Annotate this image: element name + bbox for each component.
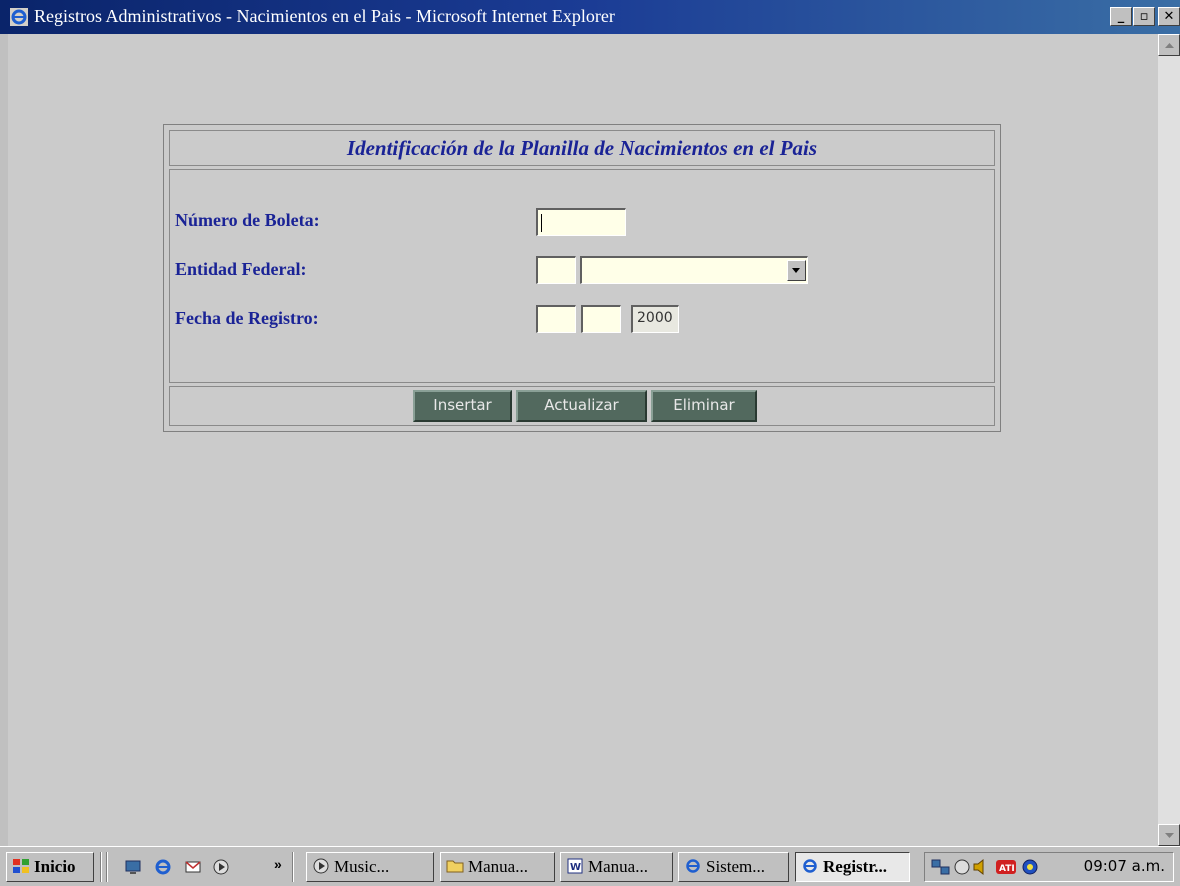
numero-boleta-label: Número de Boleta:	[175, 210, 320, 230]
task-label: Sistem...	[706, 857, 766, 876]
outlook-express-icon[interactable]	[184, 858, 202, 876]
task-label: Music...	[334, 857, 390, 876]
text-caret	[541, 214, 542, 232]
media-icon	[313, 858, 329, 874]
quick-launch-overflow-button[interactable]: »	[274, 856, 282, 872]
entidad-federal-select[interactable]	[580, 256, 808, 284]
task-button[interactable]: Music...	[306, 852, 434, 882]
actualizar-button[interactable]: Actualizar	[516, 390, 647, 422]
restore-icon: ▫	[1139, 9, 1149, 24]
task-label: Registr...	[823, 857, 888, 876]
ie-icon	[803, 859, 817, 873]
media-player-icon[interactable]	[212, 858, 230, 876]
ati-icon[interactable]: ATI	[995, 858, 1017, 876]
window-title: Registros Administrativos - Nacimientos …	[34, 6, 615, 26]
arrow-down-icon	[1165, 833, 1174, 838]
minimize-icon: _	[1117, 9, 1125, 24]
task-button[interactable]: W Manua...	[560, 852, 673, 882]
page-content: Identificación de la Planilla de Nacimie…	[8, 34, 1158, 846]
eliminar-button[interactable]: Eliminar	[651, 390, 757, 422]
svg-text:ATI: ATI	[999, 864, 1015, 874]
scroll-up-button[interactable]	[1158, 34, 1180, 56]
chevron-down-icon	[792, 268, 800, 273]
volume-icon[interactable]	[973, 858, 987, 876]
fecha-anio-value: 2000	[637, 310, 673, 326]
show-desktop-icon[interactable]	[124, 858, 142, 876]
taskbar-separator	[292, 852, 294, 882]
antivirus-icon[interactable]	[1021, 858, 1039, 876]
taskbar-separator	[106, 852, 108, 882]
internet-explorer-icon	[10, 8, 28, 26]
fecha-registro-label: Fecha de Registro:	[175, 308, 319, 328]
dropdown-arrow-button[interactable]	[787, 260, 806, 281]
fecha-dia-input[interactable]	[536, 305, 576, 333]
clock[interactable]: 09:07 a.m.	[1084, 857, 1165, 875]
entidad-federal-label: Entidad Federal:	[175, 259, 307, 279]
numero-boleta-input[interactable]	[536, 208, 626, 236]
system-tray: ATI 09:07 a.m.	[924, 852, 1174, 882]
window-title-bar[interactable]: Registros Administrativos - Nacimientos …	[0, 0, 1180, 34]
fecha-anio-input[interactable]: 2000	[631, 305, 679, 333]
internet-explorer-icon[interactable]	[154, 858, 172, 876]
form-body: Número de Boleta: Entidad Federal: Fecha…	[169, 169, 995, 383]
svg-text:W: W	[570, 862, 581, 873]
close-button[interactable]: ✕	[1158, 7, 1180, 26]
ie-icon	[686, 859, 700, 873]
window-left-border	[0, 34, 8, 846]
close-icon: ✕	[1163, 9, 1175, 24]
maximize-button[interactable]: ▫	[1133, 7, 1155, 26]
start-button[interactable]: Inicio	[6, 852, 94, 882]
task-button[interactable]: Manua...	[440, 852, 555, 882]
media-tray-icon[interactable]	[953, 858, 971, 876]
word-icon: W	[567, 858, 583, 874]
scroll-down-button[interactable]	[1158, 824, 1180, 846]
task-button-active[interactable]: Registr...	[795, 852, 910, 882]
task-button[interactable]: Sistem...	[678, 852, 789, 882]
folder-icon	[446, 860, 464, 873]
windows-logo-icon	[13, 859, 29, 873]
task-label: Manua...	[468, 857, 528, 876]
task-label: Manua...	[588, 857, 648, 876]
fecha-mes-input[interactable]	[581, 305, 621, 333]
start-label: Inicio	[34, 857, 76, 876]
taskbar: Inicio » Music... Manua... W Manua... Sis…	[0, 846, 1180, 886]
insertar-button[interactable]: Insertar	[413, 390, 512, 422]
entidad-federal-code-input[interactable]	[536, 256, 576, 284]
minimize-button[interactable]: _	[1110, 7, 1132, 26]
form-actions: Insertar Actualizar Eliminar	[169, 386, 995, 426]
arrow-up-icon	[1165, 43, 1174, 48]
taskbar-separator	[100, 852, 102, 882]
vertical-scrollbar[interactable]	[1158, 34, 1180, 846]
network-icon[interactable]	[931, 858, 951, 876]
form-title: Identificación de la Planilla de Nacimie…	[169, 130, 995, 166]
form-panel: Identificación de la Planilla de Nacimie…	[163, 124, 1001, 432]
